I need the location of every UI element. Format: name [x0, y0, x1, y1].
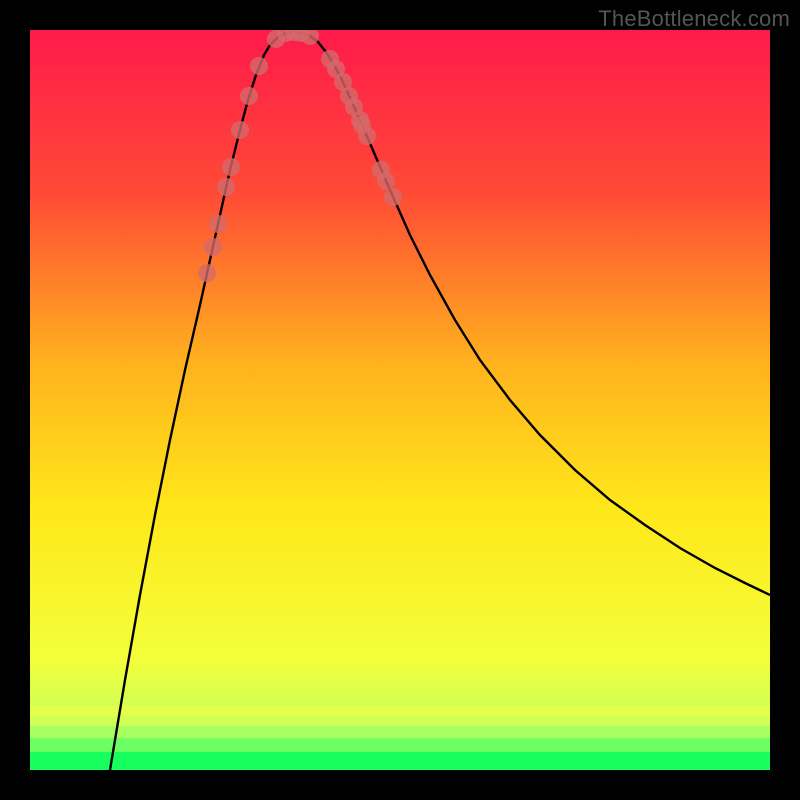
gradient-background [30, 30, 770, 770]
band-green3 [30, 752, 770, 770]
band-green2 [30, 738, 770, 752]
marker-dot [353, 116, 371, 134]
marker-dot [231, 121, 249, 139]
band-lightgreen [30, 716, 770, 726]
marker-dot [209, 215, 227, 233]
marker-dot [240, 87, 258, 105]
plot-area [30, 30, 770, 770]
marker-dot [250, 57, 268, 75]
marker-dot [340, 87, 358, 105]
band-green1 [30, 726, 770, 738]
marker-dot [377, 172, 395, 190]
marker-dot [217, 178, 235, 196]
watermark-text: TheBottleneck.com [598, 6, 790, 32]
marker-dot [222, 158, 240, 176]
marker-dot [204, 238, 222, 256]
chart-svg [30, 30, 770, 770]
marker-dot [198, 264, 216, 282]
chart-frame: TheBottleneck.com [0, 0, 800, 800]
band-yellowgreen [30, 706, 770, 716]
marker-dot [384, 188, 402, 206]
